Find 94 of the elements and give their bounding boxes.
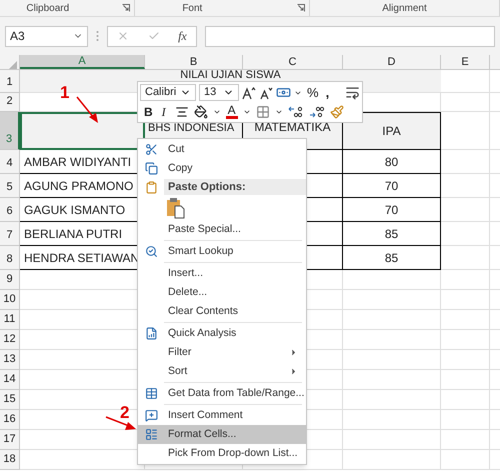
name-box[interactable]: A3: [5, 26, 88, 46]
empty-cell: [441, 370, 490, 390]
menu-item[interactable]: Clear Contents: [138, 302, 306, 321]
submenu-arrow-icon: [289, 348, 298, 357]
column-header[interactable]: D: [343, 55, 441, 69]
annotation-number: 2: [120, 402, 130, 424]
menu-item[interactable]: Format Cells...: [138, 425, 306, 444]
borders-icon[interactable]: [256, 104, 270, 118]
size-dropdown[interactable]: 13: [199, 84, 239, 101]
wrap-icon[interactable]: [345, 85, 360, 100]
table-cell: 80: [343, 150, 441, 174]
table-cell: 70: [343, 198, 441, 222]
magnifier-icon: [144, 245, 158, 258]
menu-item[interactable]: Quick Analysis: [138, 324, 306, 343]
ribbon-group-label: Font: [182, 2, 202, 16]
empty-cell: [441, 93, 490, 112]
font-dropdown[interactable]: Calibri: [140, 84, 196, 101]
table-cell: IPA: [343, 112, 441, 150]
row-header[interactable]: 7: [0, 222, 20, 246]
annotation-number: 1: [60, 82, 70, 104]
empty-cell: [441, 198, 490, 222]
menu-item[interactable]: Get Data from Table/Range...: [138, 384, 306, 403]
copy-icon: [144, 162, 158, 175]
insert-function-button[interactable]: fx: [178, 27, 187, 45]
column-header[interactable]: B: [145, 55, 243, 69]
table-cell: 85: [343, 222, 441, 246]
money-icon[interactable]: [276, 85, 291, 100]
column-header[interactable]: A: [20, 55, 145, 69]
grip-icon: [96, 30, 99, 42]
empty-cell: [441, 270, 490, 290]
row-header[interactable]: 3: [0, 112, 20, 150]
row-header[interactable]: 15: [0, 390, 20, 410]
format-painter-icon[interactable]: [330, 104, 344, 118]
empty-cell: [441, 350, 490, 370]
empty-cell: [441, 150, 490, 174]
menu-item[interactable]: Pick From Drop-down List...: [138, 444, 306, 463]
comment-icon: [144, 409, 158, 422]
empty-cell: [441, 450, 490, 470]
chart-icon: [144, 327, 158, 340]
row-header[interactable]: 8: [0, 246, 20, 270]
empty-cell: [441, 310, 490, 330]
annotation-arrow: [75, 95, 101, 125]
empty-cell: [441, 410, 490, 430]
formula-input[interactable]: [205, 26, 495, 46]
menu-item[interactable]: Filter: [138, 343, 306, 362]
launcher-icon[interactable]: [122, 4, 130, 12]
row-header[interactable]: 16: [0, 410, 20, 430]
row-header[interactable]: 11: [0, 310, 20, 330]
empty-cell: [441, 290, 490, 310]
scissors-icon: [144, 143, 158, 156]
clipboard-icon: [144, 180, 158, 194]
row-header[interactable]: 10: [0, 290, 20, 310]
percent-button[interactable]: %: [305, 82, 321, 102]
selected-cell[interactable]: [20, 112, 145, 150]
ribbon-group-label: Alignment: [382, 2, 427, 16]
row-header[interactable]: 5: [0, 174, 20, 198]
menu-item[interactable]: Delete...: [138, 283, 306, 302]
empty-cell: [441, 390, 490, 410]
menu-item[interactable]: Sort: [138, 362, 306, 381]
paste-icon[interactable]: [166, 197, 186, 219]
empty-cell: [441, 174, 490, 198]
table-icon: [144, 387, 158, 400]
grow-font-icon[interactable]: [242, 86, 256, 100]
empty-cell: [441, 330, 490, 350]
launcher-icon[interactable]: [297, 4, 305, 12]
empty-cell: [441, 430, 490, 450]
empty-cell: [441, 222, 490, 246]
empty-cell: [441, 246, 490, 270]
table-cell: 85: [343, 246, 441, 270]
row-header[interactable]: 1: [0, 70, 20, 93]
font-color-button[interactable]: A: [226, 104, 238, 119]
row-header[interactable]: 9: [0, 270, 20, 290]
submenu-arrow-icon: [289, 367, 298, 376]
row-header[interactable]: 13: [0, 350, 20, 370]
ribbon-group-label: Clipboard: [26, 2, 70, 16]
increase-decimal-icon[interactable]: [288, 106, 304, 118]
row-header[interactable]: 17: [0, 430, 20, 450]
row-header[interactable]: 6: [0, 198, 20, 222]
comma-button[interactable]: ,: [324, 82, 332, 102]
row-header[interactable]: 4: [0, 150, 20, 174]
row-header[interactable]: 2: [0, 93, 20, 112]
align-center-icon[interactable]: [174, 104, 189, 118]
menu-section-header: Paste Options:: [164, 179, 306, 195]
shrink-font-icon[interactable]: [259, 86, 273, 100]
table-cell: 70: [343, 174, 441, 198]
column-header[interactable]: E: [441, 55, 490, 69]
paint-bucket-icon[interactable]: [194, 104, 208, 118]
row-header[interactable]: 18: [0, 450, 20, 470]
row-header[interactable]: 12: [0, 330, 20, 350]
row-header[interactable]: 14: [0, 370, 20, 390]
menu-item[interactable]: Insert Comment: [138, 406, 306, 425]
decrease-decimal-icon[interactable]: [308, 106, 325, 118]
list-icon: [144, 428, 158, 441]
column-header[interactable]: C: [243, 55, 343, 69]
